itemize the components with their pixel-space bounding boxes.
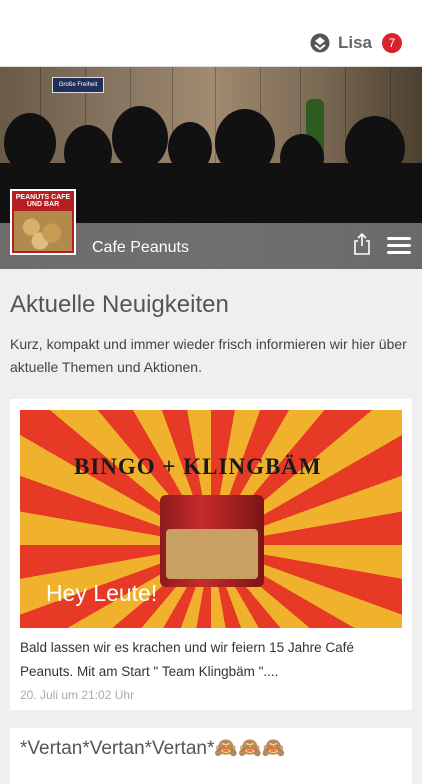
news-card[interactable]: *Vertan*Vertan*Vertan*🙈🙈🙈 (10, 728, 412, 784)
page-title: Aktuelle Neuigkeiten (10, 291, 229, 318)
cafe-name: Cafe Peanuts (92, 239, 189, 256)
image-title: BINGO + KLINGBÄM (74, 454, 322, 479)
hero-banner: Große Freiheit PEANUTS CAFE UND BAR Cafe… (0, 67, 422, 269)
intro-text: Kurz, kompakt und immer wieder frisch in… (10, 336, 407, 375)
news-section: Aktuelle Neuigkeiten Kurz, kompakt und i… (0, 269, 422, 784)
news-overlay-title: Hey Leute! (46, 580, 158, 606)
news-title: *Vertan*Vertan*Vertan*🙈🙈🙈 (20, 738, 286, 759)
street-sign: Große Freiheit (52, 77, 104, 93)
hamburger-menu-icon[interactable] (387, 237, 411, 258)
news-card[interactable]: BINGO + KLINGBÄM Hey Leute! Bald lassen … (10, 399, 412, 710)
news-image[interactable]: BINGO + KLINGBÄM Hey Leute! (20, 410, 402, 628)
user-menu[interactable]: Lisa 7 (310, 33, 402, 53)
top-bar: Lisa 7 (0, 0, 422, 67)
share-icon[interactable] (352, 233, 372, 255)
cafe-logo-thumbnail[interactable]: PEANUTS CAFE UND BAR (10, 189, 76, 255)
notification-badge[interactable]: 7 (382, 33, 402, 53)
news-text: Bald lassen wir es krachen und wir feier… (20, 640, 354, 679)
news-date: 20. Juli um 21:02 Uhr (20, 688, 135, 702)
thumb-label: PEANUTS CAFE UND BAR (15, 194, 71, 208)
username[interactable]: Lisa (338, 33, 372, 53)
stack-logo-icon (310, 33, 330, 53)
